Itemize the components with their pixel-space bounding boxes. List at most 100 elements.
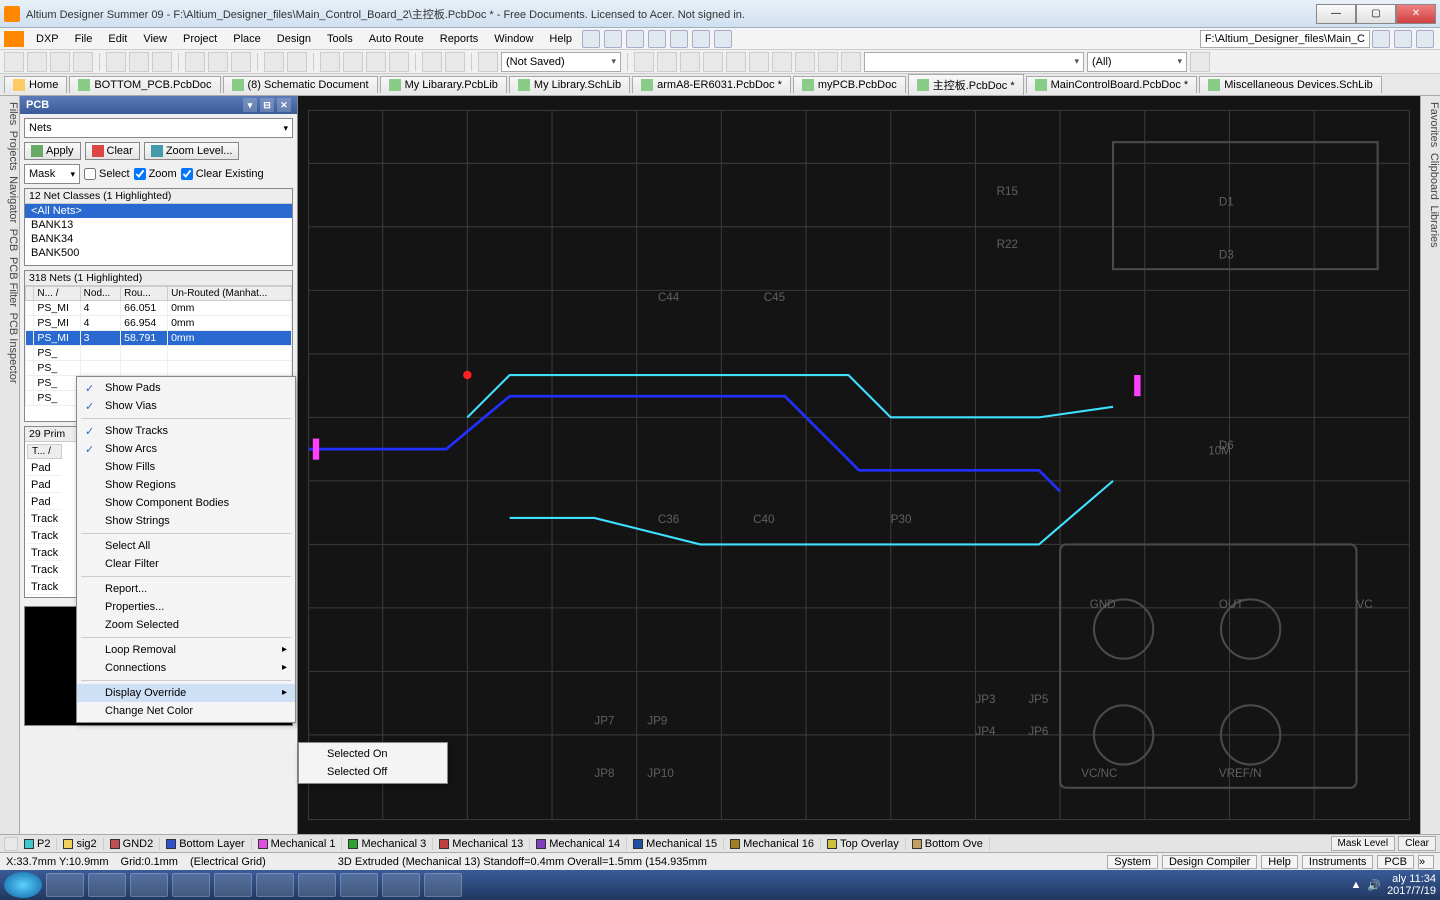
tool-icon[interactable] (445, 52, 465, 72)
tab-doc[interactable]: 主控板.PcbDoc * (908, 74, 1024, 95)
tool-icon[interactable] (1190, 52, 1210, 72)
taskbar-app[interactable] (382, 873, 420, 897)
ctx-show-pads[interactable]: Show Pads (77, 379, 295, 397)
taskbar-app[interactable] (46, 873, 84, 897)
layer-tab[interactable]: Bottom Layer (160, 838, 251, 850)
tool-icon[interactable] (726, 52, 746, 72)
tab-doc[interactable]: myPCB.PcbDoc (793, 76, 906, 93)
panel-btn-compiler[interactable]: Design Compiler (1162, 855, 1257, 869)
close-button[interactable]: ✕ (1396, 4, 1436, 24)
select-checkbox[interactable]: Select (84, 164, 130, 184)
menu-edit[interactable]: Edit (100, 31, 135, 47)
ctx-connections[interactable]: Connections (77, 659, 295, 677)
tab-doc[interactable]: MainControlBoard.PcbDoc * (1026, 76, 1198, 93)
menu-project[interactable]: Project (175, 31, 225, 47)
toolbar-icon-button[interactable] (648, 30, 666, 48)
tool-icon[interactable] (818, 52, 838, 72)
tab-doc[interactable]: BOTTOM_PCB.PcbDoc (69, 76, 220, 93)
tool-icon[interactable] (680, 52, 700, 72)
tool-icon[interactable] (478, 52, 498, 72)
toolbar-icon-button[interactable] (582, 30, 600, 48)
toolbar-icon-button[interactable] (692, 30, 710, 48)
layer-prev-icon[interactable] (4, 837, 18, 851)
submenu-selected-off[interactable]: Selected Off (299, 763, 447, 781)
tool-icon[interactable] (841, 52, 861, 72)
ctx-show-tracks[interactable]: Show Tracks (77, 422, 295, 440)
pcb-editor[interactable]: R15R22 C44C45 D1D3 D610M C36C40P30 JP7JP… (298, 96, 1420, 834)
cross-probe-icon[interactable] (389, 52, 409, 72)
taskbar-app[interactable] (424, 873, 462, 897)
layer-tab[interactable]: Bottom Ove (906, 838, 990, 850)
system-tray[interactable]: ▲ 🔊 aly 11:34 2017/7/19 (1350, 873, 1436, 897)
list-item[interactable]: BANK500 (25, 246, 292, 260)
tool-icon[interactable] (795, 52, 815, 72)
tab-doc[interactable]: armA8-ER6031.PcbDoc * (632, 76, 791, 93)
menu-design[interactable]: Design (269, 31, 319, 47)
mask-level-button[interactable]: Mask Level (1331, 836, 1396, 851)
new-icon[interactable] (4, 52, 24, 72)
ctx-display-override[interactable]: Display Override (77, 684, 295, 702)
filter-scope-combo[interactable]: (All) (1087, 52, 1187, 72)
panel-pin-icon[interactable]: ⊟ (260, 98, 274, 112)
menu-view[interactable]: View (135, 31, 175, 47)
start-button[interactable] (4, 872, 42, 898)
clock[interactable]: aly 11:34 2017/7/19 (1387, 873, 1436, 897)
taskbar-app[interactable] (172, 873, 210, 897)
layer-tab[interactable]: Mechanical 15 (627, 838, 724, 850)
ctx-show-bodies[interactable]: Show Component Bodies (77, 494, 295, 512)
panel-dropdown-icon[interactable]: ▾ (243, 98, 257, 112)
layer-tab[interactable]: Mechanical 1 (252, 838, 343, 850)
mask-combo[interactable]: Mask (24, 164, 80, 184)
taskbar-app[interactable] (130, 873, 168, 897)
tab-doc[interactable]: My Libarary.PcbLib (380, 76, 507, 93)
ctx-zoom-selected[interactable]: Zoom Selected (77, 616, 295, 634)
ctx-clear-filter[interactable]: Clear Filter (77, 555, 295, 573)
ctx-select-all[interactable]: Select All (77, 537, 295, 555)
ctx-show-fills[interactable]: Show Fills (77, 458, 295, 476)
project-combo[interactable]: (Not Saved) (501, 52, 621, 72)
select-icon[interactable] (320, 52, 340, 72)
taskbar-app[interactable] (298, 873, 336, 897)
cut-icon[interactable] (185, 52, 205, 72)
zoom-selected-icon[interactable] (152, 52, 172, 72)
layer-tab[interactable]: Top Overlay (821, 838, 906, 850)
maximize-button[interactable]: ▢ (1356, 4, 1396, 24)
toolbar-icon-button[interactable] (714, 30, 732, 48)
tool-icon[interactable] (634, 52, 654, 72)
list-item[interactable]: BANK13 (25, 218, 292, 232)
menu-place[interactable]: Place (225, 31, 269, 47)
menu-help[interactable]: Help (541, 31, 580, 47)
pcb-canvas[interactable]: R15R22 C44C45 D1D3 D610M C36C40P30 JP7JP… (298, 96, 1420, 834)
menu-tools[interactable]: Tools (319, 31, 361, 47)
netclass-list[interactable]: 12 Net Classes (1 Highlighted) <All Nets… (24, 188, 293, 266)
ctx-loop-removal[interactable]: Loop Removal (77, 641, 295, 659)
submenu-selected-on[interactable]: Selected On (299, 745, 447, 763)
clear-button[interactable]: Clear (85, 142, 140, 160)
taskbar-app[interactable] (256, 873, 294, 897)
move-icon[interactable] (343, 52, 363, 72)
layer-tab[interactable]: Mechanical 3 (342, 838, 433, 850)
tool-icon[interactable] (749, 52, 769, 72)
menu-file[interactable]: File (67, 31, 101, 47)
nav-back-icon[interactable] (1372, 30, 1390, 48)
layer-tab[interactable]: sig2 (57, 838, 103, 850)
path-entry[interactable]: F:\Altium_Designer_files\Main_C (1200, 30, 1370, 48)
taskbar-app[interactable] (88, 873, 126, 897)
filter-combo[interactable] (864, 52, 1084, 72)
taskbar-app[interactable] (340, 873, 378, 897)
tab-doc[interactable]: Miscellaneous Devices.SchLib (1199, 76, 1382, 93)
panel-btn-instruments[interactable]: Instruments (1302, 855, 1373, 869)
panel-btn-help[interactable]: Help (1261, 855, 1298, 869)
nav-home-icon[interactable] (1416, 30, 1434, 48)
list-item[interactable]: BANK34 (25, 232, 292, 246)
ctx-change-net-color[interactable]: Change Net Color (77, 702, 295, 720)
zoom-area-icon[interactable] (129, 52, 149, 72)
tray-icon[interactable]: ▲ (1350, 879, 1361, 891)
taskbar-app[interactable] (214, 873, 252, 897)
open-icon[interactable] (27, 52, 47, 72)
paste-icon[interactable] (231, 52, 251, 72)
ctx-show-regions[interactable]: Show Regions (77, 476, 295, 494)
print-icon[interactable] (73, 52, 93, 72)
clear-existing-checkbox[interactable]: Clear Existing (181, 164, 264, 184)
tool-icon[interactable] (422, 52, 442, 72)
